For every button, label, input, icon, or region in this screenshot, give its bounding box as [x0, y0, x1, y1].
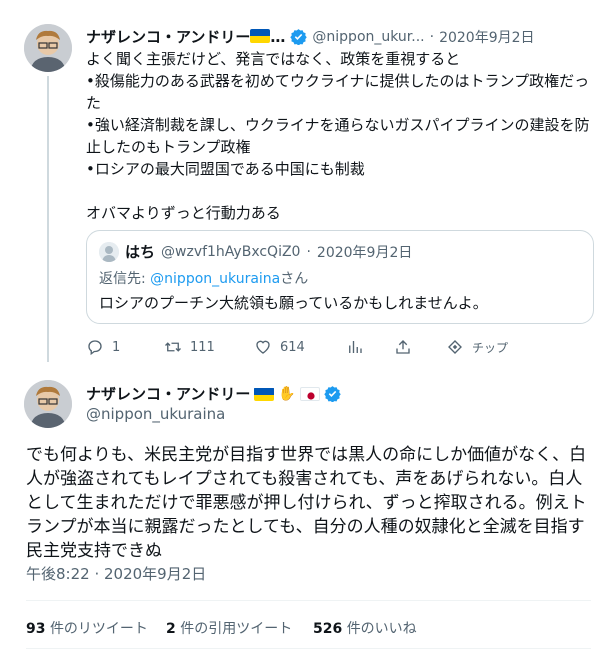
- quoted-tweet-card[interactable]: はち @wzvf1hAyBxcQiZ0 · 2020年9月2日 返信先: @ni…: [86, 230, 594, 324]
- retweet-button[interactable]: 111: [164, 338, 215, 356]
- share-icon: [396, 340, 410, 354]
- analytics-icon: [349, 341, 362, 353]
- tweet1-separator: ·: [429, 28, 435, 45]
- thread-connector-line: [47, 76, 49, 362]
- quoted-reply-line: 返信先: @nippon_ukurainaさん: [99, 271, 309, 287]
- tip-button[interactable]: チップ: [446, 338, 508, 356]
- tweet1-handle[interactable]: @nippon_ukur...: [312, 29, 424, 45]
- retweet-count: 111: [190, 339, 215, 355]
- tweet1-header: ナザレンコ・アンドリー… @nippon_ukur... · 2020年9月2日: [86, 26, 606, 47]
- quoted-author-name: はち: [125, 243, 156, 261]
- quoted-author-avatar: [99, 241, 119, 262]
- quotes-stat[interactable]: 2 件の引用ツイート: [166, 618, 292, 638]
- verified-badge-icon: [324, 386, 341, 402]
- tweet2-timestamp[interactable]: 午後8:22 · 2020年9月2日: [26, 563, 206, 584]
- retweet-icon: [165, 342, 181, 352]
- retweets-stat[interactable]: 93 件のリツイート: [26, 618, 148, 638]
- quoted-handle: @wzvf1hAyBxcQiZ0: [161, 243, 301, 260]
- author-avatar[interactable]: [24, 24, 72, 72]
- likes-stat[interactable]: 526 件のいいね: [313, 618, 417, 638]
- reply-button[interactable]: 1: [86, 338, 120, 356]
- quotes-stat-count: 2: [166, 621, 176, 637]
- quotes-stat-label: 件の引用ツイート: [180, 621, 293, 637]
- japan-flag-icon: [299, 386, 320, 401]
- quoted-tweet-header: はち @wzvf1hAyBxcQiZ0 · 2020年9月2日: [99, 241, 412, 262]
- retweets-stat-label: 件のリツイート: [49, 621, 148, 637]
- reply-count: 1: [112, 339, 121, 355]
- verified-badge-icon: [290, 29, 308, 45]
- author-avatar-main[interactable]: [24, 380, 72, 428]
- tweet1-text: よく聞く主張だけど、発言ではなく、政策を重視すると •殺傷能力のある武器を初めて…: [86, 50, 590, 222]
- reply-icon: [88, 340, 102, 356]
- ukraine-flag-icon: [254, 387, 275, 401]
- like-count: 614: [280, 339, 305, 355]
- quoted-text: ロシアのプーチン大統領も願っているかもしれませんよ。: [99, 294, 488, 312]
- tweet2-author-line: ナザレンコ・アンドリー ✋: [86, 383, 341, 404]
- handshake-icon: ✋: [278, 385, 296, 402]
- tip-label: チップ: [472, 340, 509, 355]
- ukraine-flag-icon: [250, 29, 271, 43]
- analytics-button[interactable]: [346, 338, 364, 356]
- tweet2-text: でも何よりも、米民主党が目指す世界では黒人の命にしか価値がなく、白人が強盗されて…: [26, 445, 587, 561]
- tweet1-date[interactable]: 2020年9月2日: [439, 27, 534, 47]
- tip-icon: [448, 340, 462, 354]
- share-button[interactable]: [394, 338, 412, 356]
- heart-icon: [256, 340, 270, 354]
- stats-top-divider: [26, 600, 591, 601]
- stats-bottom-divider: [26, 648, 591, 649]
- tweet1-author-name[interactable]: ナザレンコ・アンドリー…: [86, 26, 285, 47]
- tweet2-handle[interactable]: @nippon_ukuraina: [86, 405, 225, 423]
- quoted-reply-handle[interactable]: @nippon_ukuraina: [150, 271, 280, 287]
- quoted-separator: ·: [306, 243, 311, 260]
- retweets-stat-count: 93: [26, 621, 46, 637]
- likes-stat-count: 526: [313, 621, 343, 637]
- like-button[interactable]: 614: [254, 338, 305, 356]
- tweet2-author-name[interactable]: ナザレンコ・アンドリー: [86, 383, 250, 404]
- likes-stat-label: 件のいいね: [346, 621, 417, 637]
- quoted-date: 2020年9月2日: [316, 244, 413, 261]
